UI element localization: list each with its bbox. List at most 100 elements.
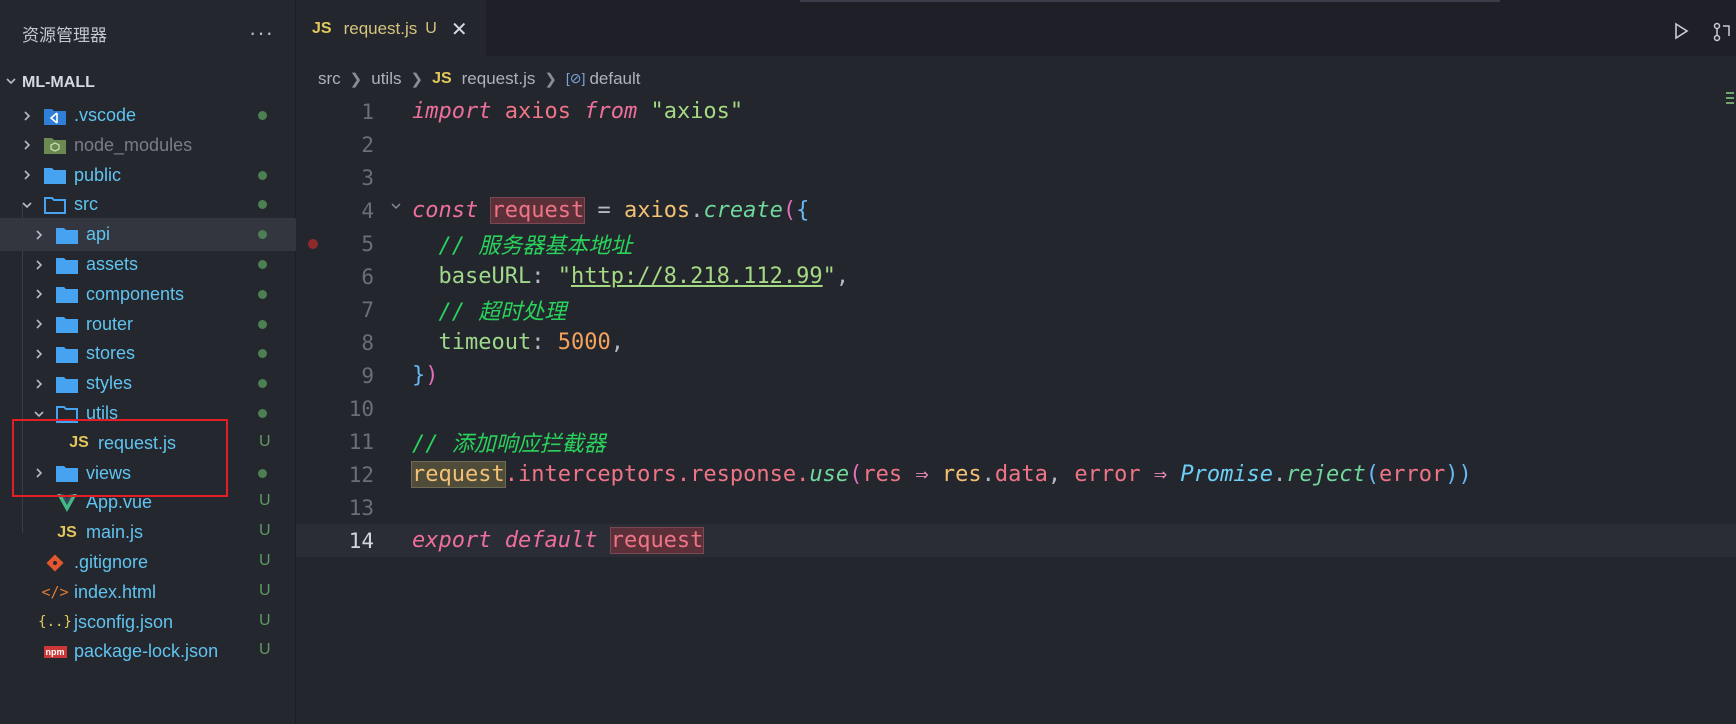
tree-item-components[interactable]: components bbox=[0, 278, 296, 311]
chevron-right-icon: ❯ bbox=[410, 70, 424, 88]
tree-item-api[interactable]: api bbox=[0, 218, 296, 252]
tree-item-main-js[interactable]: JS main.js U bbox=[0, 516, 296, 549]
class-name: Promise bbox=[1180, 462, 1274, 487]
code-editor[interactable]: 1 import axios from "axios" 2 3 4 const … bbox=[296, 95, 1736, 724]
property: data bbox=[994, 462, 1048, 487]
title-bar-edge bbox=[800, 0, 1500, 2]
tree-item-label: components bbox=[86, 283, 185, 304]
no-chevron bbox=[32, 526, 46, 540]
explorer-header: 资源管理器 ··· bbox=[0, 0, 296, 66]
json-file-icon: {..} bbox=[38, 614, 72, 631]
breadcrumb-symbol[interactable]: default bbox=[589, 69, 640, 89]
chevron-down-icon bbox=[0, 75, 22, 90]
folder-icon bbox=[54, 343, 80, 365]
chevron-right-icon bbox=[32, 258, 46, 272]
code-line: 13 bbox=[296, 491, 1736, 524]
fold-chevron-icon[interactable] bbox=[390, 200, 402, 216]
code-line: 6 baseURL: "http://8.218.112.99", bbox=[296, 260, 1736, 293]
tree-item-jsconfig-json[interactable]: {..} jsconfig.json U bbox=[0, 606, 296, 639]
git-modified-dot bbox=[258, 409, 267, 418]
number-literal: 5000 bbox=[557, 330, 611, 355]
git-modified-dot bbox=[258, 319, 267, 329]
tab-request-js[interactable]: JS request.js U ✕ bbox=[296, 0, 486, 56]
tree-item-gitignore[interactable]: .gitignore U bbox=[0, 546, 296, 579]
punctuation: , bbox=[1047, 462, 1075, 487]
chevron-right-icon bbox=[20, 168, 34, 182]
folder-icon bbox=[42, 164, 68, 186]
node-modules-folder-icon bbox=[42, 134, 68, 156]
punctuation: ) bbox=[425, 363, 439, 388]
tree-item-assets[interactable]: assets bbox=[0, 248, 296, 281]
line-number: 12 bbox=[348, 462, 374, 487]
tree-item-src[interactable]: src bbox=[0, 188, 296, 221]
git-untracked-badge: U bbox=[259, 522, 271, 540]
no-chevron bbox=[32, 496, 46, 510]
line-number: 8 bbox=[361, 330, 374, 355]
code-line: 12 request.interceptors.response.use(res… bbox=[296, 458, 1736, 491]
tree-item-label: api bbox=[86, 224, 111, 245]
chevron-right-icon: ❯ bbox=[349, 70, 363, 88]
no-chevron bbox=[20, 645, 34, 659]
minimap-indicator[interactable] bbox=[1726, 92, 1734, 110]
tree-item-label: stores bbox=[86, 343, 136, 364]
punctuation: . bbox=[690, 198, 704, 223]
tree-item-styles[interactable]: styles bbox=[0, 367, 296, 400]
code-line: 10 bbox=[296, 392, 1736, 425]
folder-icon bbox=[54, 283, 80, 305]
chevron-right-icon bbox=[32, 377, 46, 391]
tree-item-public[interactable]: public bbox=[0, 159, 296, 192]
keyword: from bbox=[584, 99, 638, 124]
more-actions-icon[interactable]: ··· bbox=[249, 20, 274, 46]
function-name: reject bbox=[1286, 462, 1366, 487]
close-icon[interactable]: ✕ bbox=[451, 17, 468, 42]
tree-item-stores[interactable]: stores bbox=[0, 337, 296, 370]
identifier: res bbox=[941, 462, 982, 487]
identifier: axios bbox=[623, 198, 691, 223]
line-number: 11 bbox=[348, 429, 374, 454]
identifier: request bbox=[609, 527, 705, 554]
editor-tab-bar: JS request.js U ✕ bbox=[296, 0, 1736, 56]
git-untracked-badge: U bbox=[259, 641, 271, 659]
breadcrumb-file[interactable]: request.js bbox=[462, 69, 536, 89]
project-root[interactable]: ML-MALL bbox=[0, 66, 296, 99]
comment: // 添加响应拦截器 bbox=[412, 431, 606, 457]
run-icon[interactable] bbox=[1672, 22, 1690, 45]
breadcrumb-utils[interactable]: utils bbox=[371, 69, 401, 89]
punctuation: . bbox=[1273, 462, 1287, 487]
no-chevron bbox=[20, 585, 34, 599]
tree-item-router[interactable]: router bbox=[0, 308, 296, 341]
line-number: 14 bbox=[348, 528, 374, 553]
line-number: 1 bbox=[361, 99, 374, 124]
line-number: 2 bbox=[361, 132, 374, 157]
tree-item-vscode[interactable]: .vscode bbox=[0, 99, 296, 132]
folder-icon bbox=[54, 224, 80, 246]
tree-item-index-html[interactable]: </> index.html U bbox=[0, 576, 296, 609]
tab-git-status: U bbox=[425, 20, 437, 37]
annotation-highlight-box bbox=[12, 419, 228, 497]
punctuation: : bbox=[531, 264, 558, 289]
code-line: 1 import axios from "axios" bbox=[296, 95, 1736, 128]
code-line: 7 // 超时处理 bbox=[296, 293, 1736, 326]
tree-item-package-lock-json[interactable]: npm package-lock.json U bbox=[0, 635, 296, 668]
function-name: create bbox=[703, 198, 783, 223]
punctuation: { bbox=[796, 198, 810, 223]
punctuation: ( bbox=[1365, 462, 1380, 487]
url-link[interactable]: http://8.218.112.99 bbox=[571, 264, 823, 289]
compare-changes-icon[interactable] bbox=[1712, 22, 1736, 47]
line-number: 9 bbox=[361, 363, 374, 388]
tree-item-label: router bbox=[86, 313, 134, 334]
tree-item-node-modules[interactable]: node_modules bbox=[0, 129, 296, 162]
tree-item-label: .vscode bbox=[74, 105, 137, 125]
keyword: import bbox=[412, 99, 492, 124]
breadcrumb-src[interactable]: src bbox=[318, 69, 341, 89]
comment: // 服务器基本地址 bbox=[438, 233, 633, 259]
punctuation: ( bbox=[849, 462, 863, 487]
git-file-icon bbox=[42, 552, 68, 574]
git-modified-dot bbox=[258, 111, 267, 120]
npm-file-icon: npm bbox=[43, 645, 67, 658]
no-chevron bbox=[20, 615, 34, 629]
code-line: 4 const request = axios.create({ bbox=[296, 194, 1736, 227]
git-modified-dot bbox=[258, 260, 267, 269]
git-modified-dot bbox=[258, 349, 267, 359]
chevron-right-icon: ❯ bbox=[544, 70, 557, 88]
